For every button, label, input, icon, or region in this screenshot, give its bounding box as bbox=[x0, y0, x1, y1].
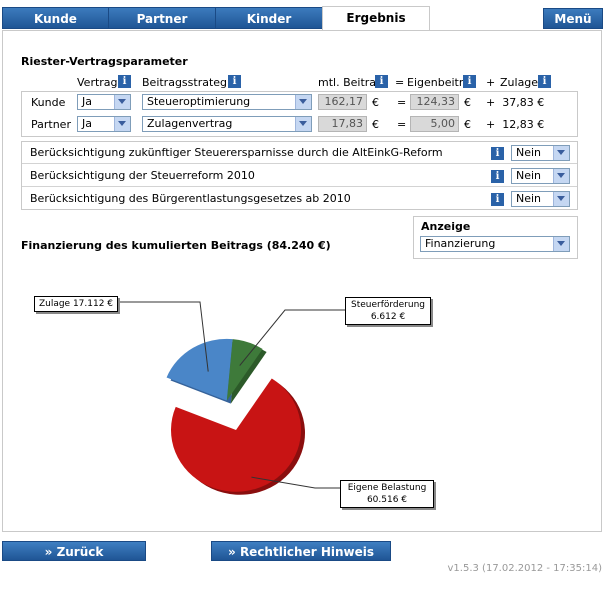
chevron-down-icon bbox=[295, 117, 311, 131]
option-buergerentlastung-select[interactable]: Nein bbox=[511, 191, 570, 207]
header-vertrag: Vertrag bbox=[77, 76, 118, 89]
zulage-kunde-value: + 37,83 € bbox=[486, 96, 545, 109]
info-option-icon[interactable]: i bbox=[491, 170, 504, 183]
chevron-down-icon bbox=[295, 95, 311, 109]
version-label: v1.5.3 (17.02.2012 - 17:35:14) bbox=[447, 563, 602, 574]
beitrag-partner-field: 17,83 bbox=[318, 116, 367, 132]
anzeige-select[interactable]: Finanzierung bbox=[420, 236, 570, 252]
info-strategie-icon[interactable]: i bbox=[228, 75, 241, 88]
currency-label: € bbox=[464, 96, 471, 109]
callout-eigene-belastung: Eigene Belastung 60.516 € bbox=[340, 480, 434, 508]
row-kunde-label: Kunde bbox=[31, 96, 66, 109]
anzeige-value: Finanzierung bbox=[425, 237, 496, 250]
divider bbox=[22, 186, 577, 187]
callout-eigene-value: 60.516 € bbox=[366, 495, 408, 505]
strategie-kunde-value: Steueroptimierung bbox=[147, 95, 251, 108]
tab-partner[interactable]: Partner bbox=[108, 7, 216, 29]
option-steuerreform-label: Berücksichtigung der Steuerreform 2010 bbox=[30, 169, 255, 182]
option-value: Nein bbox=[516, 169, 542, 182]
option-altEinkG-select[interactable]: Nein bbox=[511, 145, 570, 161]
info-vertrag-icon[interactable]: i bbox=[118, 75, 131, 88]
tab-kinder[interactable]: Kinder bbox=[215, 7, 323, 29]
params-title: Riester-Vertragsparameter bbox=[21, 55, 188, 68]
menu-button[interactable]: Menü bbox=[543, 8, 603, 29]
vertrag-kunde-select[interactable]: Ja bbox=[77, 94, 131, 110]
header-beitrag: mtl. Beitrag bbox=[318, 76, 384, 89]
header-plus: + bbox=[486, 76, 496, 89]
vertrag-kunde-value: Ja bbox=[82, 95, 92, 108]
option-steuerreform-select[interactable]: Nein bbox=[511, 168, 570, 184]
double-chevron-right-icon: » bbox=[227, 545, 236, 559]
option-value: Nein bbox=[516, 146, 542, 159]
header-eq: = bbox=[395, 76, 405, 89]
chevron-down-icon bbox=[114, 117, 130, 131]
strategie-kunde-select[interactable]: Steueroptimierung bbox=[142, 94, 312, 110]
legal-notice-label: Rechtlicher Hinweis bbox=[239, 545, 375, 559]
eigen-kunde-field: 124,33 bbox=[410, 94, 459, 110]
eigen-partner-field: 5,00 bbox=[410, 116, 459, 132]
strategie-partner-select[interactable]: Zulagenvertrag bbox=[142, 116, 312, 132]
header-zulage: Zulage bbox=[500, 76, 539, 89]
vertrag-partner-select[interactable]: Ja bbox=[77, 116, 131, 132]
header-strategie: Beitragsstrategie bbox=[142, 76, 237, 89]
financing-title: Finanzierung des kumulierten Beitrags (8… bbox=[21, 239, 331, 252]
back-button-label: Zurück bbox=[56, 545, 104, 559]
divider bbox=[22, 163, 577, 164]
row-partner-label: Partner bbox=[31, 118, 71, 131]
back-button[interactable]: » Zurück bbox=[2, 541, 146, 561]
tab-kunde[interactable]: Kunde bbox=[2, 7, 109, 29]
pie-slice-steuerf-rderung bbox=[226, 339, 263, 401]
chevron-down-icon bbox=[553, 192, 569, 206]
info-option-icon[interactable]: i bbox=[491, 193, 504, 206]
callout-eigene-title: Eigene Belastung bbox=[347, 483, 427, 493]
callout-steuerfoerderung-value: 6.612 € bbox=[370, 312, 406, 322]
info-eigen-icon[interactable]: i bbox=[463, 75, 476, 88]
option-value: Nein bbox=[516, 192, 542, 205]
beitrag-kunde-field: 162,17 bbox=[318, 94, 367, 110]
zulage-partner-value: + 12,83 € bbox=[486, 118, 545, 131]
chevron-down-icon bbox=[553, 169, 569, 183]
currency-label: € bbox=[372, 118, 379, 131]
tab-ergebnis[interactable]: Ergebnis bbox=[322, 6, 430, 30]
callout-zulage: Zulage 17.112 € bbox=[34, 296, 118, 312]
legal-notice-button[interactable]: » Rechtlicher Hinweis bbox=[211, 541, 391, 561]
header-eigen: Eigenbeitr. bbox=[407, 76, 466, 89]
option-altEinkG-label: Berücksichtigung zukünftiger Steuererspa… bbox=[30, 146, 443, 159]
currency-label: € bbox=[372, 96, 379, 109]
equals-label: = bbox=[397, 96, 407, 109]
chevron-down-icon bbox=[114, 95, 130, 109]
info-zulage-icon[interactable]: i bbox=[538, 75, 551, 88]
callout-steuerfoerderung-title: Steuerförderung bbox=[350, 300, 425, 310]
chevron-down-icon bbox=[553, 146, 569, 160]
currency-label: € bbox=[464, 118, 471, 131]
anzeige-label: Anzeige bbox=[421, 220, 471, 233]
vertrag-partner-value: Ja bbox=[82, 117, 92, 130]
strategie-partner-value: Zulagenvertrag bbox=[147, 117, 233, 130]
info-option-icon[interactable]: i bbox=[491, 147, 504, 160]
info-beitrag-icon[interactable]: i bbox=[375, 75, 388, 88]
double-chevron-right-icon: » bbox=[44, 545, 53, 559]
option-buergerentlastung-label: Berücksichtigung des Bürgerentlastungsge… bbox=[30, 192, 351, 205]
callout-steuerfoerderung: Steuerförderung 6.612 € bbox=[345, 297, 431, 325]
chevron-down-icon bbox=[553, 237, 569, 251]
equals-label: = bbox=[397, 118, 407, 131]
